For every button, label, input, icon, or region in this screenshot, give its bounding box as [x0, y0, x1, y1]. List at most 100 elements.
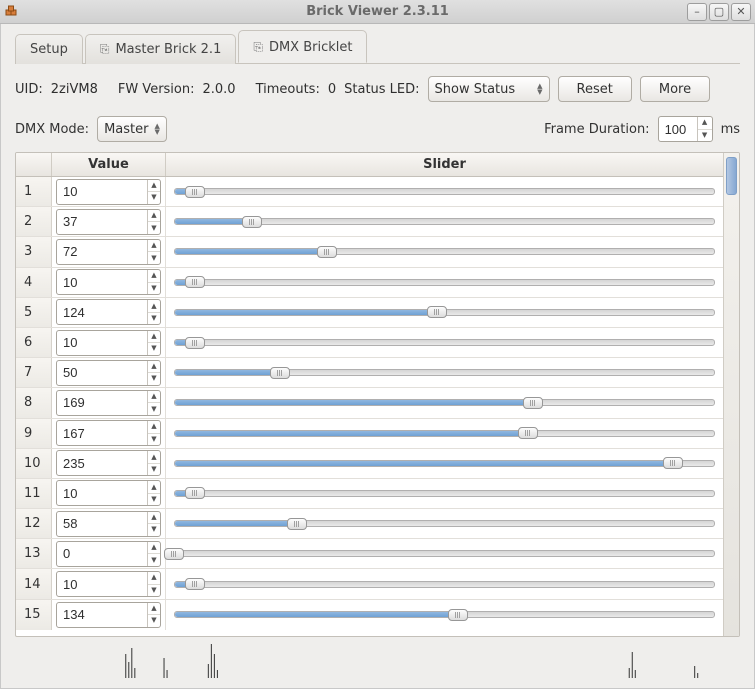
- spin-arrows[interactable]: ▲▼: [147, 270, 160, 294]
- value-spin[interactable]: ▲▼: [56, 602, 161, 628]
- value-input[interactable]: [63, 244, 147, 259]
- spin-arrows[interactable]: ▲▼: [147, 240, 160, 264]
- slider-thumb[interactable]: [317, 246, 337, 258]
- spin-up-icon[interactable]: ▲: [148, 481, 160, 494]
- slider-thumb[interactable]: [287, 518, 307, 530]
- vertical-scrollbar[interactable]: [723, 153, 739, 636]
- spin-arrows[interactable]: ▲▼: [147, 512, 160, 536]
- spin-arrows[interactable]: ▲▼: [147, 481, 160, 505]
- value-spin[interactable]: ▲▼: [56, 179, 161, 205]
- window-maximize-button[interactable]: ▢: [709, 3, 729, 21]
- spin-up-icon[interactable]: ▲: [148, 572, 160, 585]
- spin-up-icon[interactable]: ▲: [148, 603, 160, 616]
- value-slider[interactable]: [174, 486, 715, 500]
- value-input[interactable]: [63, 426, 147, 441]
- slider-thumb[interactable]: [185, 487, 205, 499]
- slider-thumb[interactable]: [185, 276, 205, 288]
- spin-up-icon[interactable]: ▲: [148, 300, 160, 313]
- value-spin[interactable]: ▲▼: [56, 511, 161, 537]
- value-input[interactable]: [63, 456, 147, 471]
- value-slider[interactable]: [174, 215, 715, 229]
- value-spin[interactable]: ▲▼: [56, 299, 161, 325]
- slider-thumb[interactable]: [663, 457, 683, 469]
- value-spin[interactable]: ▲▼: [56, 239, 161, 265]
- slider-thumb[interactable]: [185, 186, 205, 198]
- spin-up-icon[interactable]: ▲: [148, 270, 160, 283]
- value-spin[interactable]: ▲▼: [56, 269, 161, 295]
- spin-arrows[interactable]: ▲▼: [147, 421, 160, 445]
- value-slider[interactable]: [174, 577, 715, 591]
- spin-down-icon[interactable]: ▼: [148, 615, 160, 627]
- spin-down-icon[interactable]: ▼: [148, 403, 160, 415]
- spin-up-icon[interactable]: ▲: [148, 240, 160, 253]
- value-spin[interactable]: ▲▼: [56, 450, 161, 476]
- value-spin[interactable]: ▲▼: [56, 330, 161, 356]
- value-spin[interactable]: ▲▼: [56, 390, 161, 416]
- scrollbar-thumb[interactable]: [726, 157, 737, 195]
- spin-arrows[interactable]: ▲▼: [147, 572, 160, 596]
- spin-arrows[interactable]: ▲▼: [147, 603, 160, 627]
- spin-down-icon[interactable]: ▼: [698, 130, 712, 142]
- value-input[interactable]: [63, 275, 147, 290]
- value-spin[interactable]: ▲▼: [56, 571, 161, 597]
- spin-up-icon[interactable]: ▲: [148, 391, 160, 404]
- value-input[interactable]: [63, 335, 147, 350]
- slider-thumb[interactable]: [270, 367, 290, 379]
- value-input[interactable]: [63, 577, 147, 592]
- spin-down-icon[interactable]: ▼: [148, 222, 160, 234]
- spin-up-icon[interactable]: ▲: [148, 512, 160, 525]
- spin-down-icon[interactable]: ▼: [148, 373, 160, 385]
- spin-arrows[interactable]: ▲▼: [147, 300, 160, 324]
- slider-thumb[interactable]: [242, 216, 262, 228]
- spin-arrows[interactable]: ▲▼: [147, 391, 160, 415]
- spin-down-icon[interactable]: ▼: [148, 313, 160, 325]
- value-input[interactable]: [63, 546, 147, 561]
- slider-thumb[interactable]: [427, 306, 447, 318]
- value-slider[interactable]: [174, 245, 715, 259]
- frame-duration-spin[interactable]: ▲▼: [658, 116, 713, 142]
- reset-button[interactable]: Reset: [558, 76, 632, 102]
- value-slider[interactable]: [174, 396, 715, 410]
- window-minimize-button[interactable]: –: [687, 3, 707, 21]
- spin-down-icon[interactable]: ▼: [148, 343, 160, 355]
- value-spin[interactable]: ▲▼: [56, 541, 161, 567]
- spin-arrows[interactable]: ▲▼: [147, 542, 160, 566]
- spin-up-icon[interactable]: ▲: [148, 421, 160, 434]
- value-slider[interactable]: [174, 426, 715, 440]
- spin-up-icon[interactable]: ▲: [148, 542, 160, 555]
- spin-arrows[interactable]: ▲▼: [147, 210, 160, 234]
- slider-thumb[interactable]: [448, 609, 468, 621]
- spin-down-icon[interactable]: ▼: [148, 464, 160, 476]
- value-input[interactable]: [63, 305, 147, 320]
- value-spin[interactable]: ▲▼: [56, 420, 161, 446]
- spin-up-icon[interactable]: ▲: [148, 210, 160, 223]
- spin-up-icon[interactable]: ▲: [698, 117, 712, 130]
- slider-thumb[interactable]: [164, 548, 184, 560]
- spin-down-icon[interactable]: ▼: [148, 554, 160, 566]
- value-slider[interactable]: [174, 275, 715, 289]
- tab-dmx-bricklet[interactable]: ⎘DMX Bricklet: [238, 30, 367, 63]
- spin-down-icon[interactable]: ▼: [148, 524, 160, 536]
- spin-down-icon[interactable]: ▼: [148, 434, 160, 446]
- slider-thumb[interactable]: [518, 427, 538, 439]
- spin-arrows[interactable]: ▲▼: [147, 451, 160, 475]
- value-input[interactable]: [63, 516, 147, 531]
- value-slider[interactable]: [174, 305, 715, 319]
- value-input[interactable]: [63, 184, 147, 199]
- value-slider[interactable]: [174, 185, 715, 199]
- value-input[interactable]: [63, 395, 147, 410]
- value-spin[interactable]: ▲▼: [56, 360, 161, 386]
- value-slider[interactable]: [174, 547, 715, 561]
- value-slider[interactable]: [174, 336, 715, 350]
- spin-down-icon[interactable]: ▼: [148, 252, 160, 264]
- spin-arrows[interactable]: ▲▼: [697, 117, 712, 141]
- value-spin[interactable]: ▲▼: [56, 480, 161, 506]
- slider-thumb[interactable]: [185, 337, 205, 349]
- value-slider[interactable]: [174, 608, 715, 622]
- value-input[interactable]: [63, 486, 147, 501]
- slider-thumb[interactable]: [523, 397, 543, 409]
- value-slider[interactable]: [174, 366, 715, 380]
- slider-thumb[interactable]: [185, 578, 205, 590]
- more-button[interactable]: More: [640, 76, 710, 102]
- spin-up-icon[interactable]: ▲: [148, 331, 160, 344]
